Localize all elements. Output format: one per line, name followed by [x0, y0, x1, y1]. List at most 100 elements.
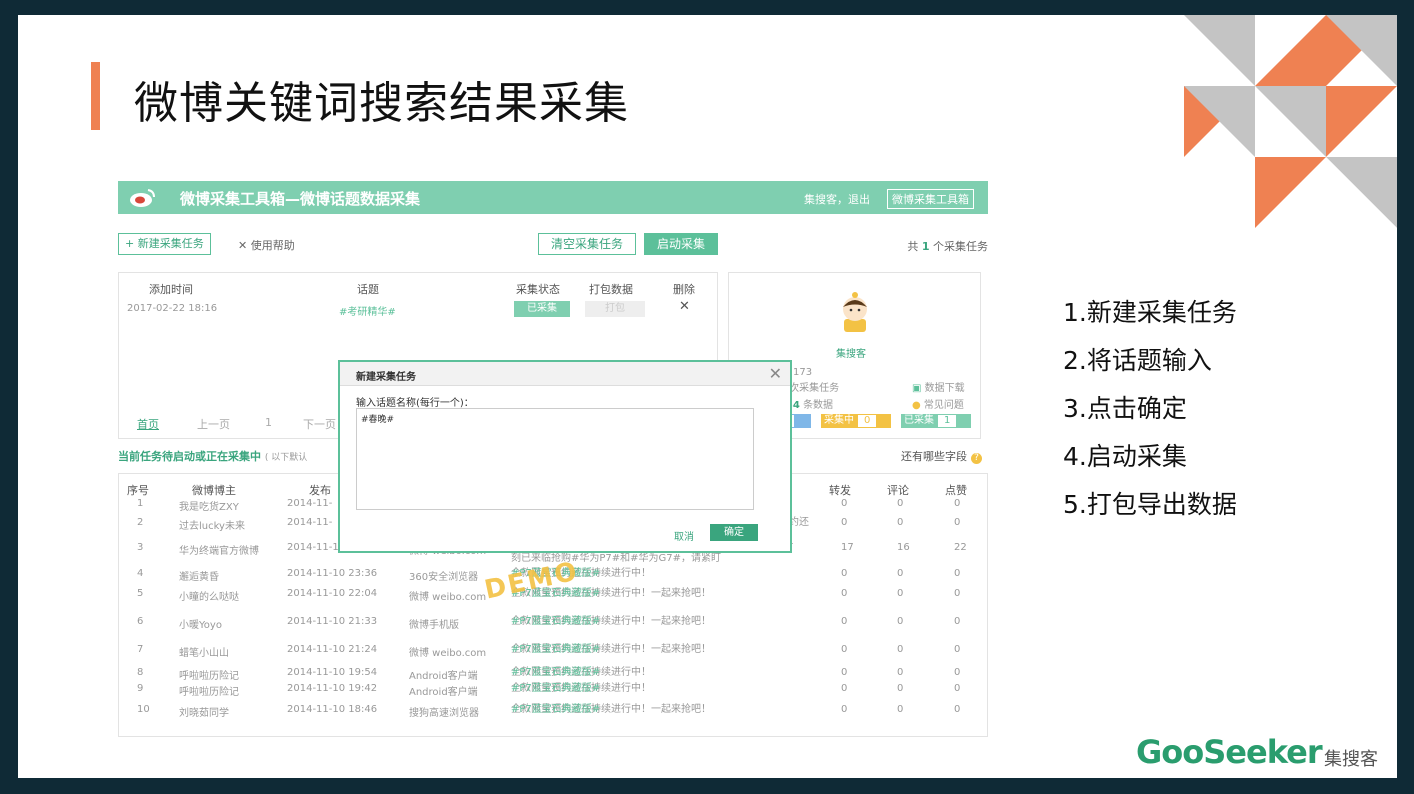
- row-content: #P7蓝宝石典藏版# 全款限量预约还在持续进行中！一起来抢吧！: [511, 644, 801, 655]
- tasks-label: 次采集任务: [789, 383, 840, 394]
- row-hashtag[interactable]: #P7蓝宝石典藏版#: [511, 616, 600, 627]
- tag-done[interactable]: 已采集 1: [901, 414, 971, 428]
- row-source: Android客户端: [409, 687, 478, 698]
- row-comments: 0: [897, 683, 904, 694]
- row-user: 刘晓茹同学: [179, 708, 229, 719]
- status-badge: 已采集: [514, 301, 570, 317]
- row-user: 呼啦啦历险记: [179, 687, 239, 698]
- row-no: 5: [137, 588, 144, 599]
- row-forwards: 0: [841, 568, 848, 579]
- dh-user: 微博博主: [192, 484, 236, 497]
- row-source: Android客户端: [409, 671, 478, 682]
- row-likes: 0: [954, 704, 961, 715]
- row-comments: 0: [897, 568, 904, 579]
- step-2: 2.将话题输入: [1063, 346, 1212, 375]
- delete-icon[interactable]: ✕: [679, 299, 690, 314]
- dh-no: 序号: [127, 484, 149, 497]
- row-content: #P7蓝宝石典藏版# 全款限量预约还在持续进行中！一起来抢吧！: [511, 616, 801, 627]
- pager-page[interactable]: 1: [265, 416, 272, 429]
- pager-next[interactable]: 下一页: [303, 416, 336, 432]
- row-user: 我是吃货ZXY: [179, 502, 239, 513]
- tag-collecting-label: 采集中: [824, 415, 854, 426]
- brand-cn: 集搜客: [1324, 749, 1378, 770]
- pack-button[interactable]: 打包: [585, 301, 645, 317]
- row-user: 华为终端官方微博: [179, 546, 259, 557]
- row-time: 2014-11-10 18:46: [287, 704, 378, 715]
- task-time: 2017-02-22 18:16: [127, 303, 218, 314]
- row-hashtag[interactable]: #P7蓝宝石典藏版#: [511, 644, 600, 655]
- clear-tasks-button[interactable]: 清空采集任务: [538, 233, 636, 255]
- help-link[interactable]: ✕ 使用帮助: [238, 237, 295, 253]
- tag-done-count: 1: [938, 415, 957, 427]
- row-time: 2014-11-10 23:36: [287, 568, 378, 579]
- row-source: 微博 weibo.com: [409, 648, 487, 659]
- row-hashtag[interactable]: #P7蓝宝石典藏版#: [511, 667, 600, 678]
- title-accent-bar: [91, 62, 100, 130]
- row-no: 6: [137, 616, 144, 627]
- new-task-button[interactable]: + 新建采集任务: [118, 233, 211, 255]
- step-3: 3.点击确定: [1063, 394, 1187, 423]
- row-no: 10: [137, 704, 150, 715]
- row-content-text: 约还: [789, 517, 809, 528]
- close-icon[interactable]: ✕: [769, 364, 782, 383]
- row-forwards: 0: [841, 498, 848, 509]
- row-no: 8: [137, 667, 144, 678]
- dh-fwd: 转发: [829, 484, 851, 497]
- row-content: 约还: [789, 517, 1079, 528]
- row-source: 微博手机版: [409, 620, 459, 631]
- avatar: [843, 292, 867, 332]
- row-hashtag[interactable]: #P7蓝宝石典藏版#: [511, 704, 600, 715]
- app-title: 微博采集工具箱—微博话题数据采集: [180, 190, 421, 208]
- row-likes: 0: [954, 498, 961, 509]
- th-pack: 打包数据: [589, 283, 633, 296]
- download-label: 数据下载: [924, 383, 965, 394]
- th-status: 采集状态: [516, 283, 560, 296]
- row-forwards: 0: [841, 644, 848, 655]
- topic-textarea[interactable]: #春晚#: [356, 408, 754, 510]
- task-count-suffix: 个采集任务: [933, 240, 988, 253]
- task-count: 共 1 个采集任务: [907, 238, 988, 254]
- row-source: 360安全浏览器: [409, 572, 479, 583]
- new-task-modal: 新建采集任务 ✕ 输入话题名称(每行一个)： #春晚# 取消 确定: [338, 360, 792, 553]
- row-hashtag[interactable]: #P7蓝宝石典藏版#: [511, 683, 600, 694]
- tag-collecting[interactable]: 采集中 0: [821, 414, 891, 428]
- step-4: 4.启动采集: [1063, 442, 1187, 471]
- row-no: 9: [137, 683, 144, 694]
- row-forwards: 0: [841, 588, 848, 599]
- row-time: 2014-11-10 21:24: [287, 644, 378, 655]
- profile-name: 集搜客: [836, 349, 866, 360]
- modal-title-bar: 新建采集任务 ✕: [340, 362, 790, 386]
- dh-cmt: 评论: [887, 484, 909, 497]
- row-forwards: 0: [841, 683, 848, 694]
- row-content: #P7蓝宝石典藏版# 全款限量预约还在持续进行中！: [511, 667, 801, 678]
- section-sub: ( 以下默认: [264, 453, 308, 463]
- cancel-button[interactable]: 取消: [674, 528, 694, 543]
- row-no: 2: [137, 517, 144, 528]
- tag-done-label: 已采集: [904, 415, 934, 426]
- row-user: 小瞳的么哒哒: [179, 592, 239, 603]
- download-link[interactable]: ▣ 数据下载: [912, 379, 965, 394]
- wrench-icon: ✕: [238, 239, 251, 252]
- row-time: 2014-11-: [287, 498, 333, 509]
- user-links[interactable]: 集搜客，退出: [804, 191, 870, 207]
- fields-link[interactable]: 还有哪些字段?: [901, 448, 982, 464]
- row-forwards: 0: [841, 704, 848, 715]
- modal-title: 新建采集任务: [356, 372, 416, 383]
- row-likes: 0: [954, 667, 961, 678]
- row-user: 过去lucky未来: [179, 521, 245, 532]
- dh-time: 发布: [309, 484, 331, 497]
- weibo-logo-icon: [130, 189, 155, 207]
- row-time: 2014-11-: [287, 517, 333, 528]
- pager-first[interactable]: 首页: [137, 416, 159, 432]
- confirm-button[interactable]: 确定: [710, 524, 758, 541]
- row-likes: 22: [954, 542, 967, 553]
- task-topic[interactable]: #考研精华#: [339, 303, 396, 318]
- start-collect-button[interactable]: 启动采集: [644, 233, 718, 255]
- row-no: 4: [137, 568, 144, 579]
- download-icon: ▣: [912, 383, 925, 394]
- faq-link[interactable]: ● 常见问题: [912, 396, 964, 411]
- toolbox-link[interactable]: 微博采集工具箱: [887, 189, 974, 209]
- pager-prev[interactable]: 上一页: [197, 416, 230, 432]
- row-content: #P7蓝宝石典藏版# 全款限量预约还在持续进行中！一起来抢吧！: [511, 704, 801, 715]
- slide: 微博关键词搜索结果采集 微博采集工具箱—微博话题数据采集 集搜客，退出 微博采集…: [18, 15, 1397, 778]
